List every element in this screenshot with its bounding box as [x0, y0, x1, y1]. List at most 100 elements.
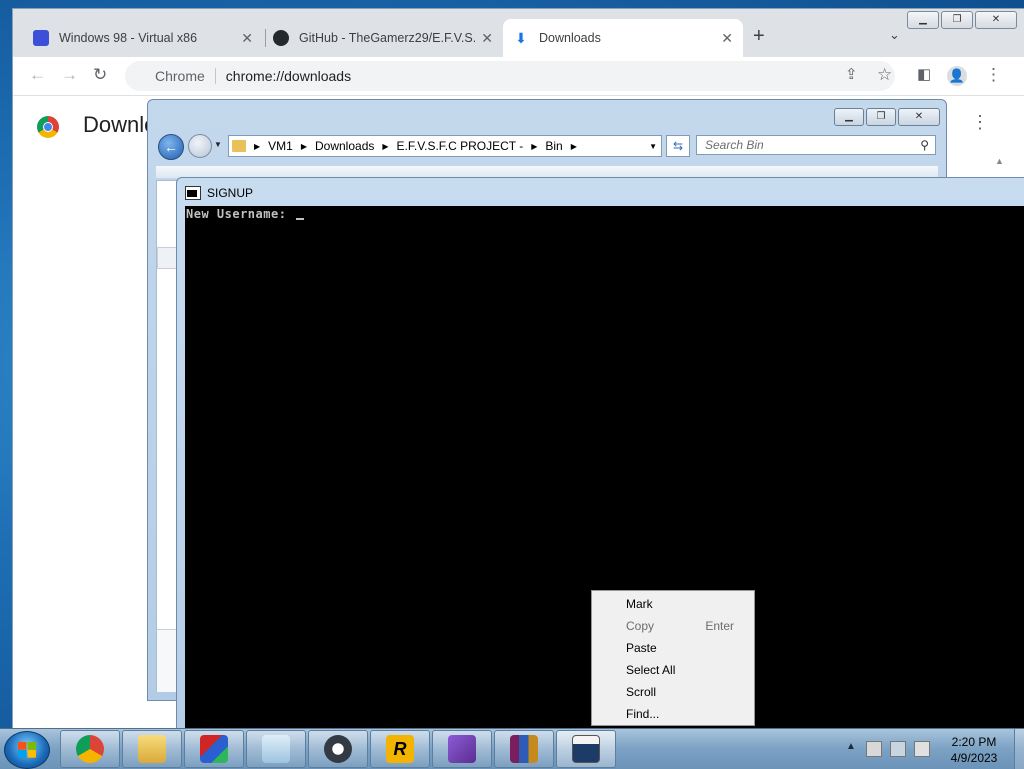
- breadcrumb-item[interactable]: E.F.V.S.F.C PROJECT -: [397, 139, 524, 153]
- tab-title: Downloads: [539, 31, 601, 45]
- side-panel-icon[interactable]: ◧: [917, 65, 931, 83]
- browser-toolbar: ← → ↻ Chrome chrome://downloads ⇪ ☆ ◧ 👤 …: [13, 57, 1024, 96]
- star-icon[interactable]: ☆: [877, 65, 892, 85]
- restore-icon[interactable]: ❐: [941, 11, 973, 29]
- menu-item-shortcut: Enter: [705, 619, 734, 633]
- maximize-icon[interactable]: ❐: [866, 108, 896, 126]
- breadcrumb[interactable]: ▶ VM1 ▶ Downloads ▶ E.F.V.S.F.C PROJECT …: [228, 135, 662, 157]
- reload-icon[interactable]: ↻: [93, 65, 107, 85]
- new-tab-icon[interactable]: +: [753, 25, 765, 48]
- refresh-icon[interactable]: ⇆: [666, 135, 690, 157]
- breadcrumb-item[interactable]: Bin: [545, 139, 562, 153]
- back-arrow-icon[interactable]: ←: [29, 65, 46, 85]
- prompt-text: New Username:: [186, 207, 295, 221]
- close-icon[interactable]: ✕: [721, 30, 733, 47]
- profile-icon[interactable]: 👤: [947, 66, 967, 86]
- window-controls: ▁ ❐ ✕: [834, 108, 940, 126]
- menu-item-select-all[interactable]: Select All: [626, 659, 752, 681]
- tab-windows98[interactable]: Windows 98 - Virtual x86 ✕: [23, 19, 263, 57]
- taskbar-file-explorer[interactable]: [122, 730, 182, 768]
- tab-downloads[interactable]: ⬇ Downloads ✕: [503, 19, 743, 57]
- close-icon[interactable]: ✕: [481, 30, 493, 47]
- more-options-icon[interactable]: ⋮: [971, 112, 989, 133]
- menu-item-label: Select All: [626, 663, 676, 677]
- chevron-right-icon[interactable]: ▶: [382, 142, 388, 151]
- taskbar-visual-studio[interactable]: [432, 730, 492, 768]
- menu-item-mark[interactable]: Mark: [626, 593, 752, 615]
- chevron-right-icon[interactable]: ▶: [531, 142, 537, 151]
- search-icon: ⚲: [920, 138, 929, 152]
- chevron-right-icon[interactable]: ▶: [571, 142, 577, 151]
- menu-item-find[interactable]: Find...: [626, 703, 752, 725]
- context-menu: Mark Copy Enter Paste Select All Scroll …: [591, 590, 755, 726]
- menu-item-label: Copy: [626, 619, 655, 633]
- volume-muted-icon[interactable]: [914, 741, 930, 757]
- address-bar[interactable]: Chrome chrome://downloads: [125, 61, 895, 91]
- tab-title: Windows 98 - Virtual x86: [59, 31, 198, 45]
- search-placeholder: Search Bin: [705, 138, 764, 152]
- menu-item-paste[interactable]: Paste: [626, 637, 752, 659]
- menu-item-label: Scroll: [626, 685, 657, 699]
- menu-item-scroll[interactable]: Scroll: [626, 681, 752, 703]
- taskbar-rockstar-launcher[interactable]: R: [370, 730, 430, 768]
- 3d-builder-icon: [200, 735, 228, 763]
- menu-item-copy[interactable]: Copy Enter: [626, 615, 752, 637]
- show-desktop-button[interactable]: [1014, 729, 1024, 769]
- minimize-icon[interactable]: ▁: [907, 11, 939, 29]
- taskbar-winrar[interactable]: [494, 730, 554, 768]
- chevron-right-icon[interactable]: ▶: [254, 142, 260, 151]
- forward-arrow-icon[interactable]: →: [61, 65, 78, 85]
- start-button[interactable]: [4, 731, 50, 769]
- close-window-icon[interactable]: ✕: [975, 11, 1017, 29]
- omnibox-chip: Chrome: [155, 68, 216, 84]
- network-icon[interactable]: [890, 741, 906, 757]
- virtual-x86-icon: [33, 30, 49, 46]
- chrome-logo-icon: [37, 116, 59, 138]
- clock-time: 2:20 PM: [951, 735, 997, 749]
- console-icon[interactable]: [185, 186, 201, 200]
- scroll-up-icon[interactable]: ▲: [995, 156, 1004, 166]
- visual-studio-icon: [448, 735, 476, 763]
- close-icon[interactable]: ✕: [241, 30, 253, 47]
- breadcrumb-item[interactable]: Downloads: [315, 139, 374, 153]
- github-icon: [273, 30, 289, 46]
- menu-item-label: Mark: [626, 597, 653, 611]
- forward-button[interactable]: [188, 134, 212, 158]
- share-icon[interactable]: ⇪: [845, 65, 858, 83]
- console-prompt: New Username:: [186, 207, 305, 221]
- taskbar-notepad[interactable]: [246, 730, 306, 768]
- chevron-down-icon[interactable]: ⌄: [889, 27, 900, 43]
- details-pane: [157, 629, 177, 692]
- tab-github[interactable]: GitHub - TheGamerz29/E.F.V.S.L/ ✕: [263, 19, 503, 57]
- action-center-icon[interactable]: [866, 741, 882, 757]
- taskbar-console[interactable]: [556, 730, 616, 768]
- taskbar-chrome[interactable]: [60, 730, 120, 768]
- url-text: chrome://downloads: [225, 68, 352, 84]
- chevron-right-icon[interactable]: ▶: [301, 142, 307, 151]
- chrome-icon: [76, 735, 104, 763]
- tab-strip: Windows 98 - Virtual x86 ✕ GitHub - TheG…: [13, 9, 1024, 57]
- search-input[interactable]: Search Bin ⚲: [696, 135, 936, 155]
- chevron-down-icon[interactable]: ▼: [649, 142, 657, 151]
- console-title-text: SIGNUP: [207, 186, 254, 200]
- taskbar: R ▲ 2:20 PM 4/9/2023: [0, 728, 1024, 769]
- rockstar-icon: R: [386, 735, 414, 763]
- menu-item-label: Find...: [626, 707, 660, 721]
- breadcrumb-item[interactable]: VM1: [268, 139, 293, 153]
- show-hidden-icons-icon[interactable]: ▲: [846, 741, 856, 752]
- menu-kebab-icon[interactable]: ⋮: [985, 65, 1002, 85]
- back-button[interactable]: ←: [158, 134, 184, 160]
- window-controls: ▁ ❐ ✕: [907, 11, 1017, 29]
- taskbar-settings[interactable]: [308, 730, 368, 768]
- minimize-icon[interactable]: ▁: [834, 108, 864, 126]
- notepad-icon: [262, 735, 290, 763]
- folder-icon: [232, 140, 246, 152]
- taskbar-3d-builder[interactable]: [184, 730, 244, 768]
- gear-icon: [324, 735, 352, 763]
- tab-title: GitHub - TheGamerz29/E.F.V.S.L/: [299, 31, 476, 45]
- winrar-icon: [510, 735, 538, 763]
- clock[interactable]: 2:20 PM 4/9/2023: [936, 734, 1012, 766]
- window-title: SIGNUP: [185, 186, 253, 200]
- close-window-icon[interactable]: ✕: [898, 108, 940, 126]
- recent-pages-dropdown-icon[interactable]: ▼: [214, 140, 222, 149]
